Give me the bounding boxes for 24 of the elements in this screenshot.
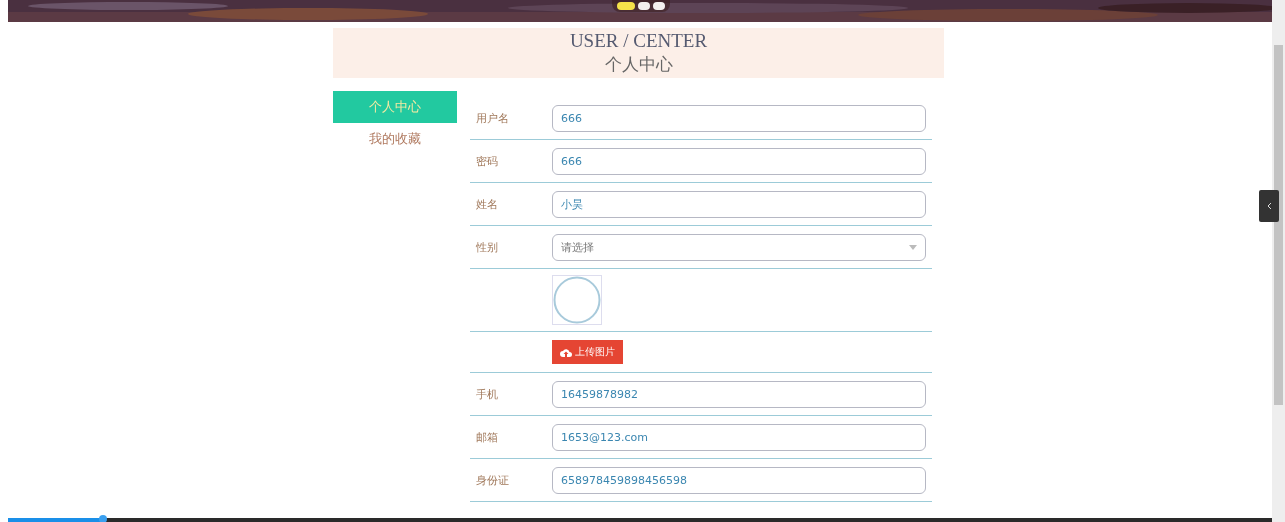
field-label: 用户名 [475, 110, 510, 126]
input-field[interactable]: 666 [552, 104, 926, 132]
field-label: 手机 [475, 386, 499, 402]
upload-button[interactable]: 上传图片 [552, 340, 623, 364]
cloud-upload-icon [560, 347, 572, 357]
scrollbar[interactable] [1272, 0, 1285, 522]
input-field[interactable]: 16459878982 [552, 380, 926, 408]
select-field[interactable]: 请选择 [552, 233, 926, 261]
input-field[interactable]: 1653@123.com [552, 423, 926, 451]
input-field[interactable]: 小昊 [552, 190, 926, 218]
field-label: 身份证 [475, 472, 510, 488]
input-field[interactable]: 666 [552, 147, 926, 175]
sidebar-item[interactable]: 我的收藏 [333, 123, 457, 155]
field-label: 邮箱 [475, 429, 499, 445]
header-subtitle: 个人中心 [604, 53, 673, 76]
input-field[interactable]: 658978459898456598 [552, 466, 926, 494]
avatar-image [552, 275, 602, 325]
seek-bar[interactable] [8, 518, 1272, 522]
field-label: 密码 [475, 153, 499, 169]
header-title: USER / CENTER [569, 30, 708, 52]
field-label: 性别 [475, 239, 499, 255]
caret-icon [909, 244, 917, 250]
field-label: 姓名 [475, 196, 499, 212]
chevron-left-icon [1266, 202, 1272, 210]
